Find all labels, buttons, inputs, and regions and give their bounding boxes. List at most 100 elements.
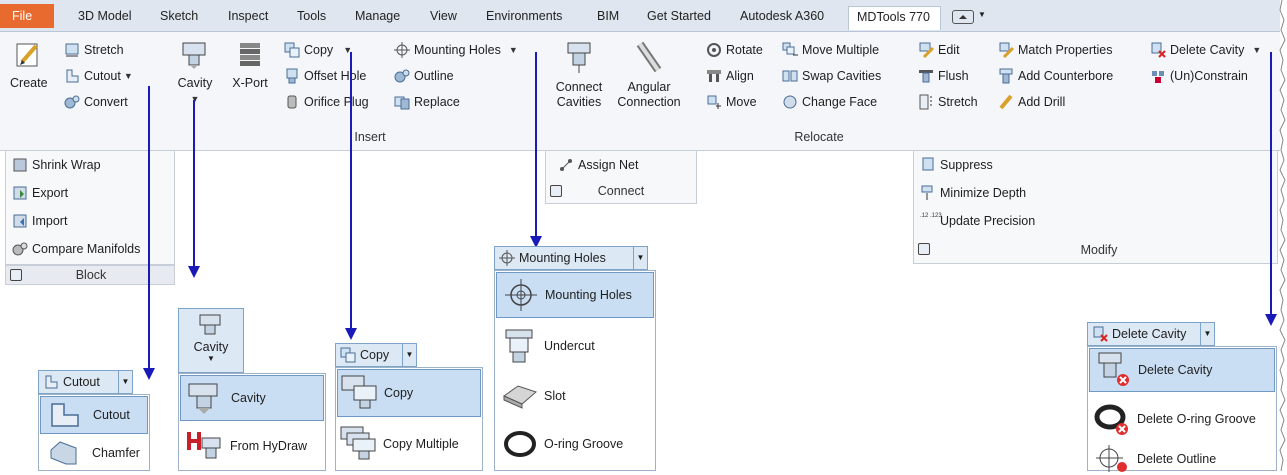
replace-button[interactable]: Replace	[394, 94, 460, 110]
counterbore-icon	[999, 68, 1013, 84]
assign-net-button[interactable]: Assign Net	[558, 157, 638, 173]
compare-manifolds-button[interactable]: Compare Manifolds	[12, 241, 140, 257]
minimize-depth-button[interactable]: Minimize Depth	[920, 185, 1026, 201]
stretch-button[interactable]: Stretch	[64, 42, 124, 58]
flyout-item-delete-oring-groove[interactable]: Delete O-ring Groove	[1089, 399, 1275, 439]
cutout-flyout-header[interactable]: Cutout ▼	[38, 370, 133, 394]
panel-toggle-icon[interactable]	[952, 10, 974, 24]
flyout-item-cutout[interactable]: Cutout	[40, 396, 148, 434]
rotate-button[interactable]: Rotate	[706, 42, 763, 58]
create-button[interactable]: Create	[10, 40, 48, 91]
chevron-down-icon[interactable]: ▼	[978, 10, 986, 19]
oring-icon	[504, 431, 536, 457]
tab-environments[interactable]: Environments	[486, 9, 562, 23]
chevron-down-icon[interactable]: ▼	[402, 344, 416, 366]
flyout-item-cavity[interactable]: Cavity	[180, 375, 324, 421]
compare-icon	[12, 242, 28, 256]
outline-button[interactable]: Outline	[394, 68, 454, 84]
copy-icon	[284, 42, 300, 58]
arrow-cavity	[193, 100, 195, 267]
chevron-down-icon[interactable]: ▼	[1200, 323, 1214, 345]
pin-icon[interactable]	[918, 243, 930, 255]
mounting-holes-button[interactable]: Mounting Holes ▼	[394, 42, 518, 58]
move-icon	[707, 95, 721, 109]
copy-button[interactable]: Copy ▼	[284, 42, 352, 58]
tab-view[interactable]: View	[430, 9, 457, 23]
tab-sketch[interactable]: Sketch	[160, 9, 198, 23]
cavity-icon	[199, 314, 221, 335]
chevron-down-icon[interactable]: ▼	[124, 71, 133, 81]
modify-panel: Suppress Minimize Depth .12 .123 Update P…	[913, 150, 1278, 264]
tab-file[interactable]: File	[0, 4, 54, 28]
flush-button[interactable]: Flush	[918, 68, 969, 84]
flyout-item-delete-outline[interactable]: Delete Outline	[1089, 443, 1275, 475]
flyout-item-oring-groove[interactable]: O-ring Groove	[496, 421, 654, 467]
cavity-button[interactable]: Cavity ▼	[174, 40, 216, 107]
copy-icon	[340, 347, 356, 363]
flyout-item-from-hydraw[interactable]: From HyDraw	[180, 424, 324, 468]
offset-hole-button[interactable]: Offset Hole	[284, 68, 366, 84]
match-properties-button[interactable]: Match Properties	[998, 42, 1112, 58]
chevron-down-icon[interactable]: ▼	[179, 354, 243, 363]
chevron-down-icon[interactable]: ▼	[118, 371, 132, 393]
modify-stretch-button[interactable]: Stretch	[918, 94, 978, 110]
import-button[interactable]: Import	[12, 213, 67, 229]
mounting-holes-flyout-header[interactable]: Mounting Holes ▼	[494, 246, 648, 270]
flyout-item-undercut[interactable]: Undercut	[496, 323, 654, 369]
delete-cavity-flyout-header[interactable]: Delete Cavity ▼	[1087, 322, 1215, 346]
convert-button[interactable]: Convert	[64, 94, 128, 110]
tab-mdtools[interactable]: MDTools 770	[848, 6, 941, 30]
connect-cavities-button[interactable]: Connect Cavities	[550, 40, 608, 110]
orifice-plug-button[interactable]: Orifice Plug	[284, 94, 369, 110]
tab-tools[interactable]: Tools	[297, 9, 326, 23]
flyout-item-copy[interactable]: Copy	[337, 369, 481, 417]
flyout-item-chamfer[interactable]: Chamfer	[40, 436, 148, 470]
chevron-down-icon[interactable]: ▼	[633, 247, 647, 269]
arrow-head	[188, 266, 200, 278]
add-drill-button[interactable]: Add Drill	[998, 94, 1065, 110]
flyout-item-delete-cavity[interactable]: Delete Cavity	[1089, 348, 1275, 392]
chevron-down-icon[interactable]: ▼	[1252, 45, 1261, 55]
update-precision-button[interactable]: .12 .123 Update Precision	[920, 213, 1035, 229]
pin-icon[interactable]	[550, 185, 562, 197]
edit-button[interactable]: Edit	[918, 42, 960, 58]
tab-manage[interactable]: Manage	[355, 9, 400, 23]
cutout-button[interactable]: Cutout ▼	[64, 68, 133, 84]
delete-cavity-flyout-menu: Delete Cavity Delete O-ring Groove Delet…	[1087, 346, 1277, 472]
copy-flyout-header[interactable]: Copy ▼	[335, 343, 417, 367]
suppress-button[interactable]: Suppress	[920, 157, 993, 173]
replace-icon	[394, 96, 410, 110]
tab-bim[interactable]: BIM	[597, 9, 619, 23]
angular-connection-button[interactable]: Angular Connection	[614, 40, 684, 110]
import-icon	[13, 214, 27, 228]
flyout-item-mounting-holes[interactable]: Mounting Holes	[496, 272, 654, 318]
flyout-item-slot[interactable]: Slot	[496, 373, 654, 419]
tab-get-started[interactable]: Get Started	[647, 9, 711, 23]
precision-icon: .12 .123	[920, 213, 942, 219]
relocate-panel-label: Relocate	[794, 130, 844, 144]
edit-icon	[919, 42, 934, 58]
unconstrain-button[interactable]: (Un)Constrain	[1150, 68, 1248, 84]
xport-button[interactable]: X-Port	[228, 40, 272, 91]
pin-icon[interactable]	[10, 269, 22, 281]
cavity-flyout-header[interactable]: Cavity ▼	[178, 308, 244, 373]
export-button[interactable]: Export	[12, 185, 68, 201]
cavity-icon	[182, 42, 206, 69]
cutout-icon	[66, 69, 79, 83]
align-button[interactable]: Align	[706, 68, 754, 84]
move-button[interactable]: Move	[706, 94, 757, 110]
shrink-wrap-button[interactable]: Shrink Wrap	[12, 157, 101, 173]
tab-3d-model[interactable]: 3D Model	[78, 9, 132, 23]
tab-inspect[interactable]: Inspect	[228, 9, 268, 23]
delete-cavity-button[interactable]: Delete Cavity ▼	[1150, 42, 1261, 58]
change-face-button[interactable]: Change Face	[782, 94, 877, 110]
flyout-item-copy-multiple[interactable]: Copy Multiple	[337, 420, 481, 468]
angular-connection-icon	[636, 41, 662, 73]
swap-cavities-button[interactable]: Swap Cavities	[782, 68, 881, 84]
chevron-down-icon[interactable]: ▼	[509, 45, 518, 55]
connect-cavities-icon	[567, 42, 591, 73]
tab-autodesk-a360[interactable]: Autodesk A360	[740, 9, 824, 23]
move-multiple-button[interactable]: Move Multiple	[782, 42, 879, 58]
add-counterbore-button[interactable]: Add Counterbore	[998, 68, 1113, 84]
mounting-holes-flyout-menu: Mounting Holes Undercut Slot O-ring Groo…	[494, 270, 656, 471]
